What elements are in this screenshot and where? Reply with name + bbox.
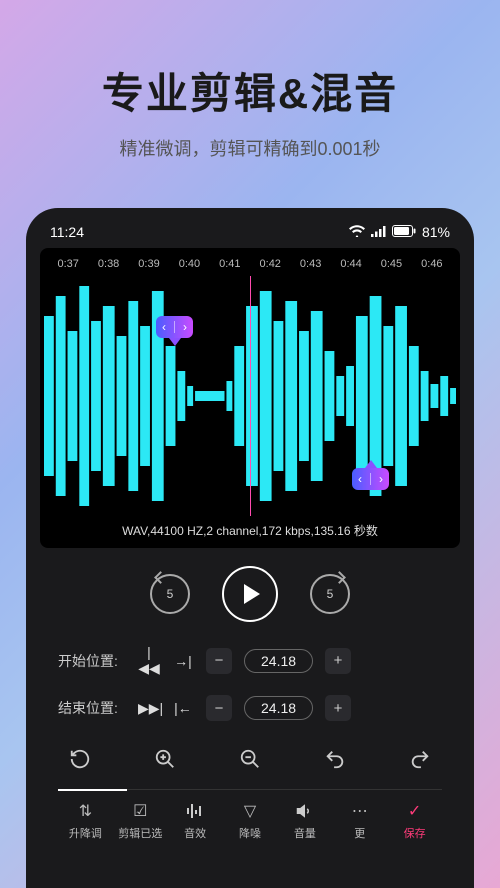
denoise-icon: ▽ bbox=[223, 800, 278, 822]
checkbox-checked-icon: ☑ bbox=[113, 800, 168, 822]
status-bar: 11:24 81% bbox=[40, 220, 460, 248]
zoom-out-button[interactable] bbox=[234, 743, 266, 775]
play-button[interactable] bbox=[222, 566, 278, 622]
pitch-icon: ⇅ bbox=[58, 800, 113, 822]
tab-more[interactable]: ⋯ 更 bbox=[332, 800, 387, 841]
jump-to-end-icon[interactable]: |← bbox=[172, 700, 194, 716]
tab-label: 更 bbox=[332, 825, 387, 841]
start-position-label: 开始位置: bbox=[58, 651, 126, 671]
tab-pitch[interactable]: ⇅ 升降调 bbox=[58, 800, 113, 841]
end-increment-button[interactable]: + bbox=[325, 695, 351, 721]
seek-forward-button[interactable]: 5 bbox=[310, 574, 350, 614]
zoom-in-button[interactable] bbox=[149, 743, 181, 775]
phone-frame: 11:24 81% 0:37 0:38 0:39 0:40 0:4 bbox=[26, 208, 474, 888]
controls-panel: 5 5 开始位置: |◀◀ →| − 24.18 + 结束位置: ▶▶| |← … bbox=[40, 548, 460, 841]
ruler-tick: 0:45 bbox=[371, 258, 411, 270]
skip-end-icon[interactable]: ▶▶| bbox=[138, 700, 160, 717]
volume-icon bbox=[277, 800, 332, 822]
tab-save[interactable]: ✓ 保存 bbox=[387, 800, 442, 841]
start-position-row: 开始位置: |◀◀ →| − 24.18 + bbox=[58, 644, 442, 677]
end-decrement-button[interactable]: − bbox=[206, 695, 232, 721]
trim-end-handle[interactable]: ‹ › bbox=[352, 468, 389, 490]
undo-button[interactable] bbox=[319, 743, 351, 775]
tab-label: 降噪 bbox=[223, 825, 278, 841]
waveform-area[interactable]: ‹ › ‹ › bbox=[44, 276, 456, 516]
playback-row: 5 5 bbox=[58, 566, 442, 622]
audio-info: WAV,44100 HZ,2 channel,172 kbps,135.16 秒… bbox=[44, 522, 456, 539]
battery-icon bbox=[392, 224, 416, 240]
ruler-tick: 0:44 bbox=[331, 258, 371, 270]
ruler-tick: 0:39 bbox=[129, 258, 169, 270]
statusbar-time: 11:24 bbox=[50, 224, 84, 240]
waveform-panel: 0:37 0:38 0:39 0:40 0:41 0:42 0:43 0:44 … bbox=[40, 248, 460, 548]
refresh-button[interactable] bbox=[64, 743, 96, 775]
tab-trim-selected[interactable]: ☑ 剪辑已选 bbox=[113, 800, 168, 841]
ruler-tick: 0:38 bbox=[88, 258, 128, 270]
ruler-tick: 0:42 bbox=[250, 258, 290, 270]
jump-to-start-icon[interactable]: →| bbox=[172, 653, 194, 669]
handle-separator bbox=[370, 473, 371, 485]
time-ruler[interactable]: 0:37 0:38 0:39 0:40 0:41 0:42 0:43 0:44 … bbox=[44, 256, 456, 276]
end-position-label: 结束位置: bbox=[58, 698, 126, 718]
tab-label: 音效 bbox=[168, 825, 223, 841]
ruler-tick: 0:37 bbox=[48, 258, 88, 270]
tab-denoise[interactable]: ▽ 降噪 bbox=[223, 800, 278, 841]
handle-separator bbox=[174, 321, 175, 333]
tab-volume[interactable]: 音量 bbox=[277, 800, 332, 841]
start-increment-button[interactable]: + bbox=[325, 648, 351, 674]
more-icon: ⋯ bbox=[332, 800, 387, 822]
bottom-tabs: ⇅ 升降调 ☑ 剪辑已选 音效 ▽ 降噪 音量 bbox=[58, 789, 442, 841]
tool-row bbox=[58, 739, 442, 789]
equalizer-icon bbox=[168, 800, 223, 822]
ruler-tick: 0:41 bbox=[210, 258, 250, 270]
seek-fwd-label: 5 bbox=[327, 587, 334, 601]
chevron-right-icon: › bbox=[183, 320, 187, 334]
playhead[interactable] bbox=[250, 276, 251, 516]
start-position-value[interactable]: 24.18 bbox=[244, 649, 313, 673]
chevron-right-icon: › bbox=[379, 472, 383, 486]
end-position-row: 结束位置: ▶▶| |← − 24.18 + bbox=[58, 695, 442, 721]
end-position-value[interactable]: 24.18 bbox=[244, 696, 313, 720]
tab-fx[interactable]: 音效 bbox=[168, 800, 223, 841]
start-decrement-button[interactable]: − bbox=[206, 648, 232, 674]
trim-start-handle[interactable]: ‹ › bbox=[156, 316, 193, 338]
tab-label: 保存 bbox=[387, 825, 442, 841]
ruler-tick: 0:43 bbox=[290, 258, 330, 270]
ruler-tick: 0:46 bbox=[412, 258, 452, 270]
ruler-tick: 0:40 bbox=[169, 258, 209, 270]
play-icon bbox=[244, 584, 260, 604]
tab-label: 剪辑已选 bbox=[113, 825, 168, 841]
redo-button[interactable] bbox=[404, 743, 436, 775]
chevron-left-icon: ‹ bbox=[358, 472, 362, 486]
tab-label: 升降调 bbox=[58, 825, 113, 841]
skip-start-icon[interactable]: |◀◀ bbox=[138, 644, 160, 677]
check-icon: ✓ bbox=[387, 800, 442, 822]
battery-percent: 81% bbox=[422, 224, 450, 240]
tab-label: 音量 bbox=[277, 825, 332, 841]
hero-title: 专业剪辑&混音 bbox=[0, 0, 500, 121]
chevron-left-icon: ‹ bbox=[162, 320, 166, 334]
wifi-icon bbox=[349, 224, 365, 240]
seek-back-button[interactable]: 5 bbox=[150, 574, 190, 614]
seek-back-label: 5 bbox=[167, 587, 174, 601]
signal-icon bbox=[371, 224, 386, 240]
hero-subtitle: 精准微调，剪辑可精确到0.001秒 bbox=[0, 135, 500, 161]
